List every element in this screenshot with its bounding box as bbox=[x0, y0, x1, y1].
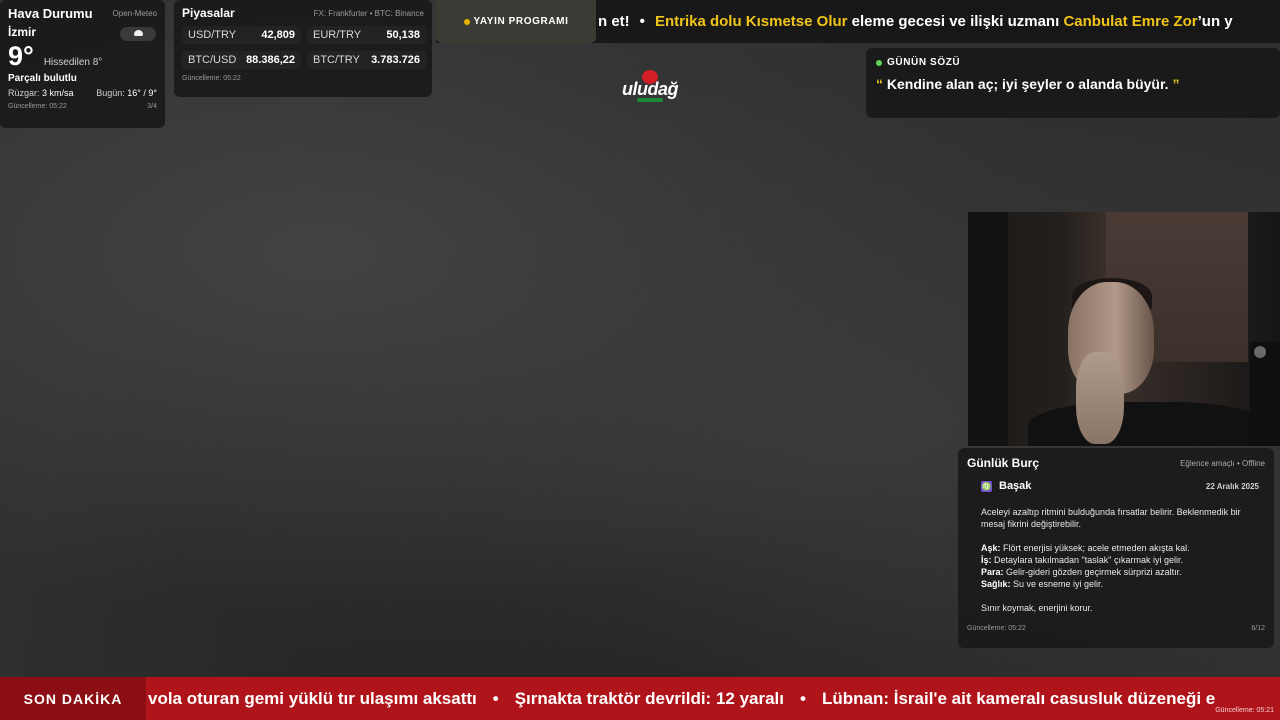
breaking-item: Lübnan: İsrail'e ait kameralı casusluk d… bbox=[821, 688, 1216, 708]
weather-page: 3/4 bbox=[147, 103, 157, 110]
markets-source: FX: Frankfurter • BTC: Binance bbox=[313, 8, 424, 18]
ticker-text-1: eleme gecesi ve ilişki uzmanı bbox=[847, 13, 1064, 30]
weather-details: Rüzgar: 3 km/sa Bugün: 16° / 9° bbox=[8, 88, 157, 98]
quote-text-line: “ Kendine alan aç; iyi şeyler o alanda b… bbox=[876, 76, 1270, 92]
love-text: Flört enerjisi yüksek; acele etmeden akı… bbox=[1000, 543, 1190, 553]
work-label: İş: bbox=[981, 555, 992, 565]
love-label: Aşk: bbox=[981, 543, 1001, 553]
health-text: Su ve esneme iyi gelir. bbox=[1010, 579, 1104, 589]
schedule-dot-icon bbox=[463, 18, 470, 25]
market-item-btc-usd: BTC/USD 88.386,22 bbox=[182, 51, 301, 69]
horoscope-body: Aceleyi azaltıp ritmini bulduğunda fırsa… bbox=[967, 506, 1265, 614]
virgo-icon: ♍ bbox=[981, 480, 992, 492]
money-text: Gelir-gideri gözden geçirmek sürprizi az… bbox=[1003, 567, 1182, 577]
quote-close-mark: ” bbox=[1172, 76, 1180, 92]
weather-temperature: 9° bbox=[8, 41, 34, 71]
breaking-item: vola oturan gemi yüklü tır ulaşımı aksat… bbox=[148, 688, 477, 708]
breaking-track: vola oturan gemi yüklü tır ulaşımı aksat… bbox=[148, 677, 1215, 720]
breaking-item: Şırnakta traktör devrildi: 12 yaralı bbox=[514, 688, 785, 708]
markets-widget: Piyasalar FX: Frankfurter • BTC: Binance… bbox=[174, 0, 432, 97]
market-value: 50,138 bbox=[386, 29, 420, 41]
ticker-highlight-2: Canbulat Emre Zor bbox=[1063, 13, 1198, 30]
live-dot-icon bbox=[876, 59, 882, 66]
quote-text: Kendine alan aç; iyi şeyler o alanda büy… bbox=[883, 76, 1173, 92]
quote-title: GÜNÜN SÖZÜ bbox=[887, 57, 961, 68]
ticker-track: n et! • Entrika dolu Kısmetse Olur eleme… bbox=[598, 0, 1233, 43]
horoscope-title: Günlük Burç bbox=[967, 456, 1040, 470]
broadcast-schedule-button[interactable]: YAYIN PROGRAMI bbox=[436, 0, 596, 43]
horoscope-date: 22 Aralık 2025 bbox=[1205, 481, 1259, 491]
breaking-news-bar: SON DAKİKA vola oturan gemi yüklü tır ul… bbox=[0, 677, 1280, 720]
breaking-separator: • bbox=[800, 688, 806, 708]
webcam-feed bbox=[968, 212, 1280, 446]
market-item-usd-try: USD/TRY 42,809 bbox=[182, 26, 301, 44]
breaking-updated: Güncelleme: 05:21 bbox=[1215, 707, 1274, 714]
daily-horoscope: Günlük Burç Eğlence amaçlı • Offline ♍ B… bbox=[958, 448, 1274, 648]
quote-of-the-day: GÜNÜN SÖZÜ “ Kendine alan aç; iyi şeyler… bbox=[866, 48, 1280, 118]
ticker-highlight-1: Entrika dolu Kısmetse Olur bbox=[654, 13, 848, 30]
market-label: EUR/TRY bbox=[313, 29, 362, 41]
wind-value: 3 km/sa bbox=[42, 88, 74, 98]
today-value: 16° / 9° bbox=[127, 88, 157, 98]
logo-underline bbox=[637, 98, 663, 102]
market-item-eur-try: EUR/TRY 50,138 bbox=[307, 26, 426, 44]
health-label: Sağlık: bbox=[981, 579, 1011, 589]
partly-cloudy-icon bbox=[120, 27, 156, 41]
breaking-label: SON DAKİKA bbox=[0, 677, 146, 720]
ticker-text-2: ’un y bbox=[1197, 13, 1233, 30]
market-label: USD/TRY bbox=[188, 29, 237, 41]
market-value: 3.783.726 bbox=[371, 54, 420, 66]
weather-updated: Güncelleme: 05:22 bbox=[8, 103, 67, 110]
market-value: 88.386,22 bbox=[246, 54, 295, 66]
money-label: Para: bbox=[981, 567, 1004, 577]
horoscope-sign: Başak bbox=[999, 480, 1032, 492]
weather-source: Open-Meteo bbox=[112, 9, 157, 18]
schedule-label: YAYIN PROGRAMI bbox=[473, 16, 569, 27]
market-item-btc-try: BTC/TRY 3.783.726 bbox=[307, 51, 426, 69]
market-value: 42,809 bbox=[261, 29, 295, 41]
horoscope-intro: Aceleyi azaltıp ritmini bulduğunda fırsa… bbox=[981, 507, 1241, 529]
markets-title: Piyasalar bbox=[182, 6, 235, 20]
weather-title: Hava Durumu bbox=[8, 6, 93, 21]
ticker-tail-text: n et! bbox=[598, 13, 630, 30]
market-label: BTC/USD bbox=[188, 54, 237, 66]
horoscope-page: 6/12 bbox=[1251, 625, 1265, 632]
quote-open-mark: “ bbox=[876, 76, 883, 92]
top-news-ticker: YAYIN PROGRAMI n et! • Entrika dolu Kısm… bbox=[436, 0, 1280, 43]
horoscope-status: Eğlence amaçlı • Offline bbox=[1180, 458, 1265, 468]
weather-widget: Hava Durumu Open-Meteo İzmir 9° Hissedil… bbox=[0, 0, 165, 128]
horoscope-closing: Sınır koymak, enerjini korur. bbox=[981, 603, 1093, 613]
today-label: Bugün: bbox=[96, 88, 125, 98]
logo-text: uludağ bbox=[622, 79, 679, 99]
uludag-logo: uludağ bbox=[620, 70, 680, 106]
horoscope-updated: Güncelleme: 05:22 bbox=[967, 625, 1026, 632]
weather-condition: Parçalı bulutlu bbox=[8, 73, 77, 84]
weather-feels-like: Hissedilen 8° bbox=[43, 57, 103, 68]
work-text: Detaylara takılmadan "taslak" çıkarmak i… bbox=[991, 555, 1183, 565]
markets-updated: Güncelleme: 05:22 bbox=[182, 75, 241, 82]
ticker-separator: • bbox=[639, 13, 645, 30]
breaking-separator: • bbox=[492, 688, 499, 708]
market-label: BTC/TRY bbox=[313, 54, 360, 66]
wind-label: Rüzgar: bbox=[8, 88, 40, 98]
